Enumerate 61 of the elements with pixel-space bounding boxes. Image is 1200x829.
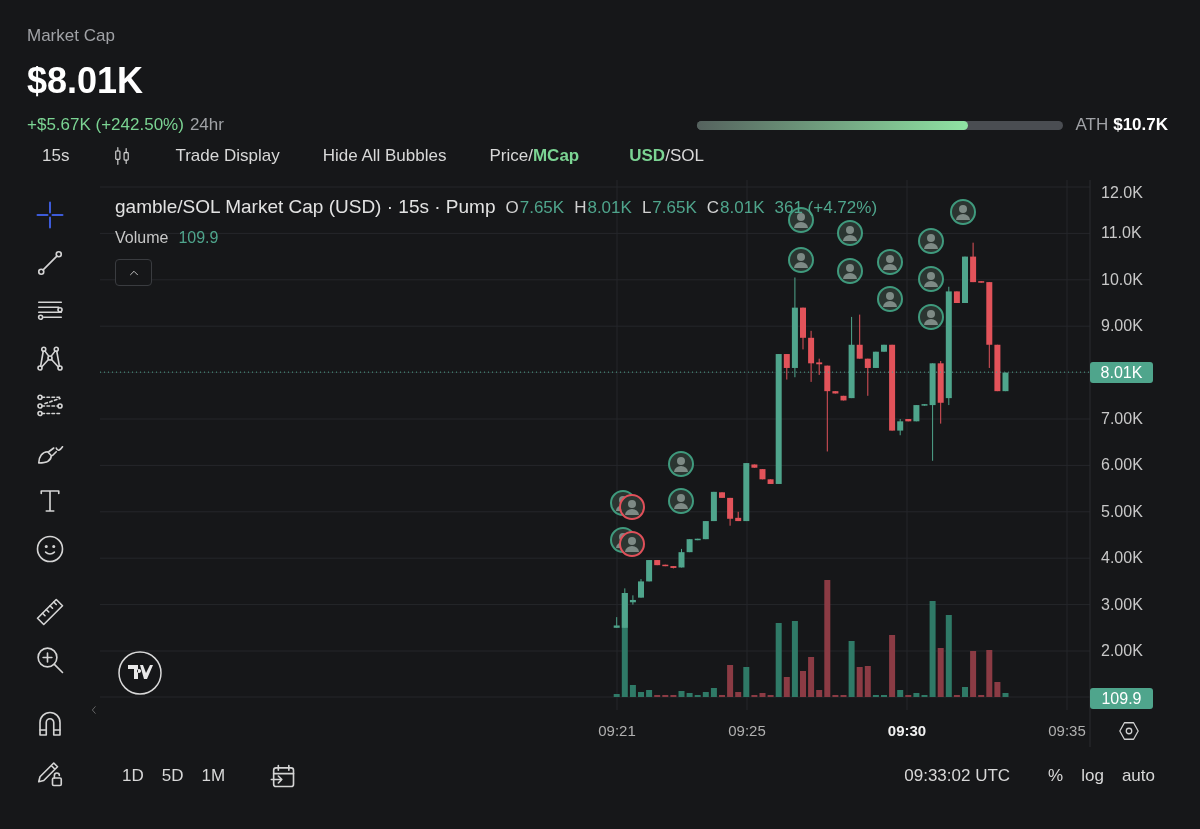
candle: [800, 307, 806, 350]
axis-label: 6.00K: [1101, 455, 1143, 476]
axis-label: 4.00K: [1101, 548, 1143, 569]
ohlc-value: 8.01K: [587, 198, 632, 218]
candle: [719, 491, 725, 499]
axis-label: 09:25: [727, 721, 767, 741]
settings-icon[interactable]: [1119, 722, 1139, 740]
volume-bar: [962, 687, 968, 697]
ohlc-value: 7.65K: [519, 198, 565, 218]
interval-button[interactable]: 15s: [42, 146, 70, 166]
toggle-option[interactable]: USD: [629, 146, 666, 166]
ohlc-key: C: [706, 198, 720, 218]
market-cap-value: $8.01K: [27, 59, 145, 103]
scale-button[interactable]: auto: [1121, 765, 1155, 786]
axis-label: 09:21: [597, 721, 637, 741]
price-tag: 8.01K: [1090, 362, 1153, 384]
axis-label: 7.00K: [1101, 409, 1143, 429]
range-button[interactable]: 1D: [122, 765, 144, 786]
chevron-icon[interactable]: [89, 703, 99, 717]
chart-title: gamble/SOL Market Cap (USD) · 15s · Pump: [115, 196, 496, 218]
volume-bar: [800, 671, 806, 697]
ath-value: $10.7K: [1113, 115, 1168, 135]
range-button[interactable]: 5D: [161, 765, 184, 786]
ohlc-key: H: [574, 198, 587, 218]
candle: [962, 256, 968, 304]
axis-label: 09:30: [886, 721, 928, 741]
candle: [638, 578, 644, 599]
toolbar-button[interactable]: Hide All Bubbles: [322, 146, 447, 166]
time-label: 09:33:02 UTC: [904, 765, 1011, 786]
candle: [881, 344, 887, 353]
separator-text: /: [665, 146, 670, 166]
toggle-option[interactable]: SOL: [669, 146, 704, 166]
market-cap-label: Market Cap: [27, 25, 116, 47]
period-label: 24hr: [189, 115, 224, 135]
toolbar-button[interactable]: Trade Display: [175, 146, 280, 166]
separator-text: /: [528, 146, 533, 166]
logo-icon: [118, 651, 162, 695]
toggle-option[interactable]: Price: [489, 146, 529, 166]
volume-value: 109.9: [178, 229, 219, 247]
change-value: +$5.67K (+242.50%): [27, 115, 184, 135]
ohlc-key: L: [641, 198, 652, 218]
axis-label: 10.0K: [1101, 269, 1143, 290]
ohlc-value: 7.65K: [652, 198, 697, 218]
axis-label: 09:35: [1047, 721, 1087, 741]
axis-label: 12.0K: [1101, 183, 1143, 203]
volume-label: Volume: [115, 229, 169, 247]
ohlc-key: O: [505, 198, 519, 218]
axis-label: 9.00K: [1101, 316, 1143, 337]
axis-label: 2.00K: [1101, 641, 1143, 661]
range-button[interactable]: 1M: [201, 765, 226, 786]
axis-label: 3.00K: [1101, 594, 1143, 615]
ohlc-value: 8.01K: [720, 198, 765, 218]
change-value: 361 (+4.72%): [774, 198, 878, 218]
scale-button[interactable]: log: [1081, 765, 1104, 786]
volume-bar: [638, 692, 644, 697]
volume-tag: 109.9: [1090, 688, 1153, 709]
axis-label: 5.00K: [1101, 501, 1143, 522]
axis-label: 11.0K: [1101, 223, 1142, 244]
toggle-option[interactable]: MCap: [532, 146, 580, 166]
scale-button[interactable]: %: [1048, 765, 1064, 786]
ath-label: ATH: [1075, 115, 1109, 135]
